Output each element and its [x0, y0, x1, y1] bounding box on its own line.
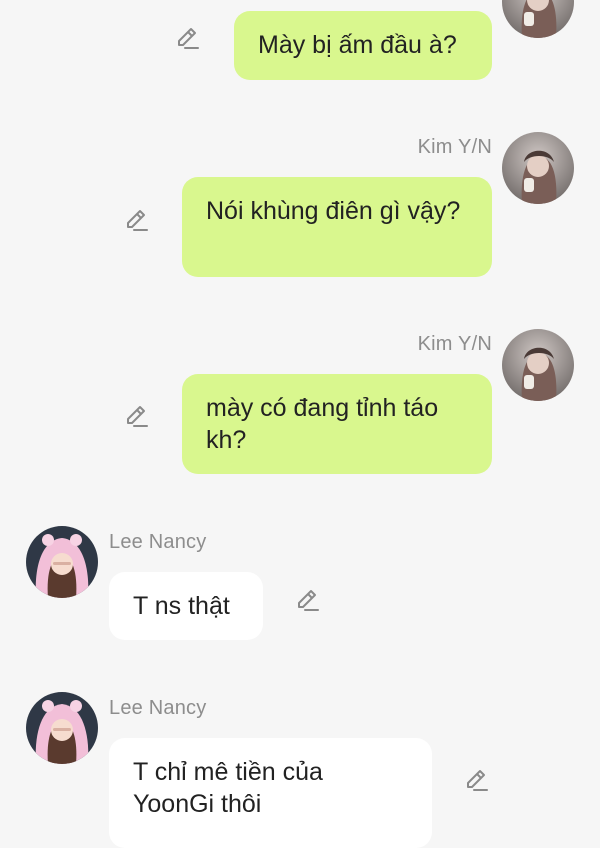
message-bubble[interactable]: mày có đang tỉnh táo kh? — [182, 374, 492, 474]
pencil-edit-icon[interactable] — [294, 586, 322, 614]
message-incoming: Lee Nancy T ns thật — [0, 518, 600, 658]
message-outgoing: Kim Y/N mày có đang tỉnh táo kh? — [0, 318, 600, 488]
user-avatar-icon[interactable] — [502, 132, 574, 204]
pencil-edit-icon[interactable] — [123, 402, 151, 430]
pencil-edit-icon[interactable] — [174, 24, 202, 52]
message-bubble[interactable]: T chỉ mê tiền của YoonGi thôi — [109, 738, 432, 848]
contact-avatar-icon[interactable] — [26, 526, 98, 598]
message-bubble[interactable]: T ns thật — [109, 572, 263, 640]
message-outgoing: Mày bị ấm đầu à? — [0, 0, 600, 90]
pencil-edit-icon[interactable] — [463, 766, 491, 794]
sender-name: Lee Nancy — [109, 531, 207, 553]
user-avatar-icon[interactable] — [502, 0, 574, 38]
sender-name: Lee Nancy — [109, 697, 207, 719]
message-outgoing: Kim Y/N Nói khùng điên gì vậy? — [0, 120, 600, 290]
message-bubble[interactable]: Mày bị ấm đầu à? — [234, 11, 492, 80]
sender-name: Kim Y/N — [417, 333, 492, 355]
sender-name: Kim Y/N — [417, 136, 492, 158]
user-avatar-icon[interactable] — [502, 329, 574, 401]
pencil-edit-icon[interactable] — [123, 206, 151, 234]
chat-thread[interactable]: Mày bị ấm đầu à? Kim Y/N Nói khùng điên … — [0, 0, 600, 848]
contact-avatar-icon[interactable] — [26, 692, 98, 764]
message-incoming: Lee Nancy T chỉ mê tiền của YoonGi thôi — [0, 684, 600, 848]
message-bubble[interactable]: Nói khùng điên gì vậy? — [182, 177, 492, 277]
